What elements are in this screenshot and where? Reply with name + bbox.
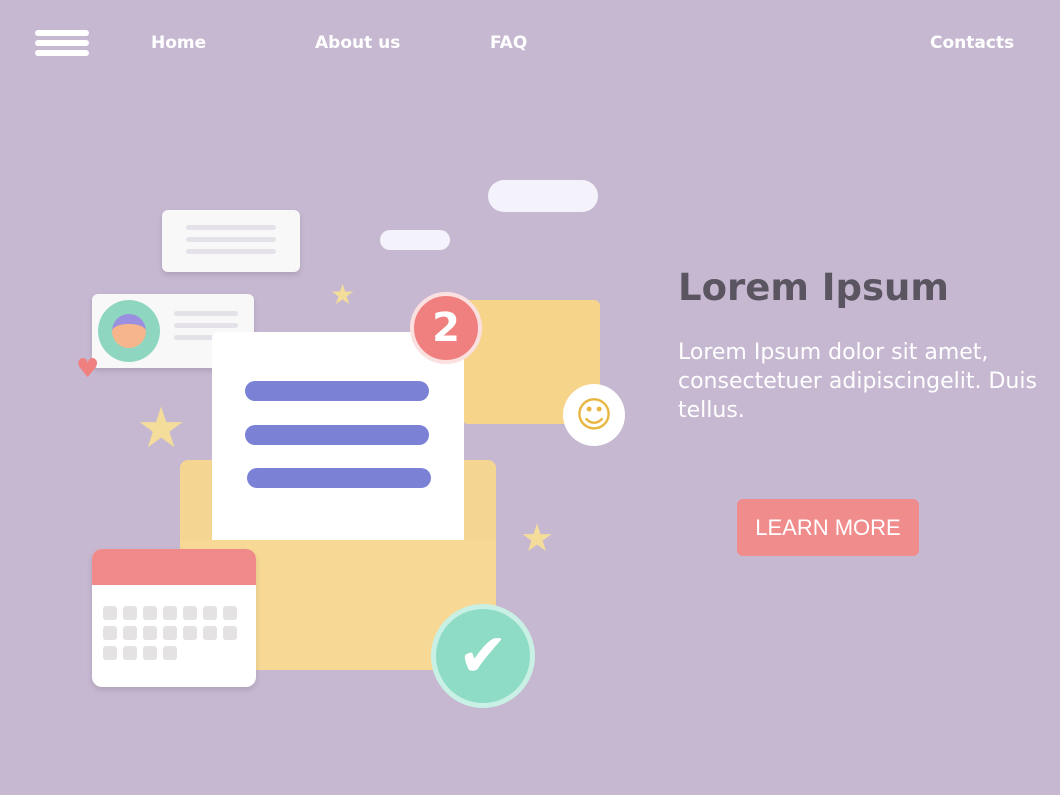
hero-description: Lorem Ipsum dolor sit amet, consectetuer… — [678, 340, 1037, 423]
heart-icon: ♥ — [76, 354, 100, 384]
smiley-icon: ☺ — [563, 384, 625, 446]
text-line — [245, 425, 429, 445]
calendar-icon — [92, 549, 256, 687]
avatar — [98, 300, 160, 362]
text-line — [247, 468, 431, 488]
star-icon: ★ — [330, 278, 356, 311]
chat-bubble — [162, 210, 300, 272]
star-icon: ★ — [520, 516, 555, 560]
hero-title: Lorem Ipsum — [678, 266, 949, 309]
nav-about[interactable]: About us — [315, 33, 400, 53]
learn-more-button[interactable]: LEARN MORE — [737, 499, 919, 556]
menu-button[interactable] — [35, 30, 89, 58]
cloud-icon — [380, 230, 450, 250]
nav-contacts[interactable]: Contacts — [930, 33, 1014, 53]
text-line — [245, 381, 429, 401]
cloud-icon — [488, 180, 598, 212]
nav-faq[interactable]: FAQ — [490, 33, 527, 53]
check-icon: ✔ — [431, 604, 535, 708]
notification-badge: 2 — [410, 292, 482, 364]
nav-home[interactable]: Home — [151, 33, 206, 53]
star-icon: ★ — [136, 396, 187, 461]
